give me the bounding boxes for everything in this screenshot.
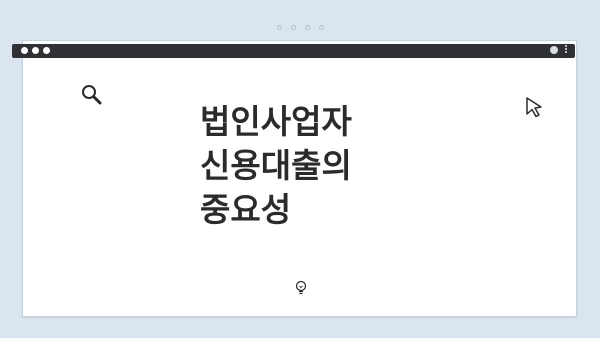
search-icon <box>82 85 102 105</box>
dot <box>318 25 324 30</box>
page-headline: 법인사업자 신용대출의 중요성 <box>200 100 460 232</box>
window-controls <box>21 47 50 54</box>
window-titlebar <box>12 44 575 58</box>
titlebar-actions <box>550 45 567 54</box>
headline-line-2: 신용대출의 <box>200 146 352 185</box>
cursor-icon <box>526 97 542 118</box>
close-window-button[interactable] <box>21 47 28 54</box>
maximize-window-button[interactable] <box>43 47 50 54</box>
minimize-window-button[interactable] <box>32 47 39 54</box>
dot <box>290 25 296 30</box>
headline-line-1: 법인사업자 <box>200 102 352 141</box>
headline-line-3: 중요성 <box>200 190 292 229</box>
lightbulb-icon <box>295 280 307 295</box>
dot <box>276 25 282 30</box>
kebab-menu-icon[interactable] <box>565 45 567 53</box>
dot <box>304 25 310 30</box>
top-dots <box>0 25 600 30</box>
user-icon[interactable] <box>550 46 558 54</box>
